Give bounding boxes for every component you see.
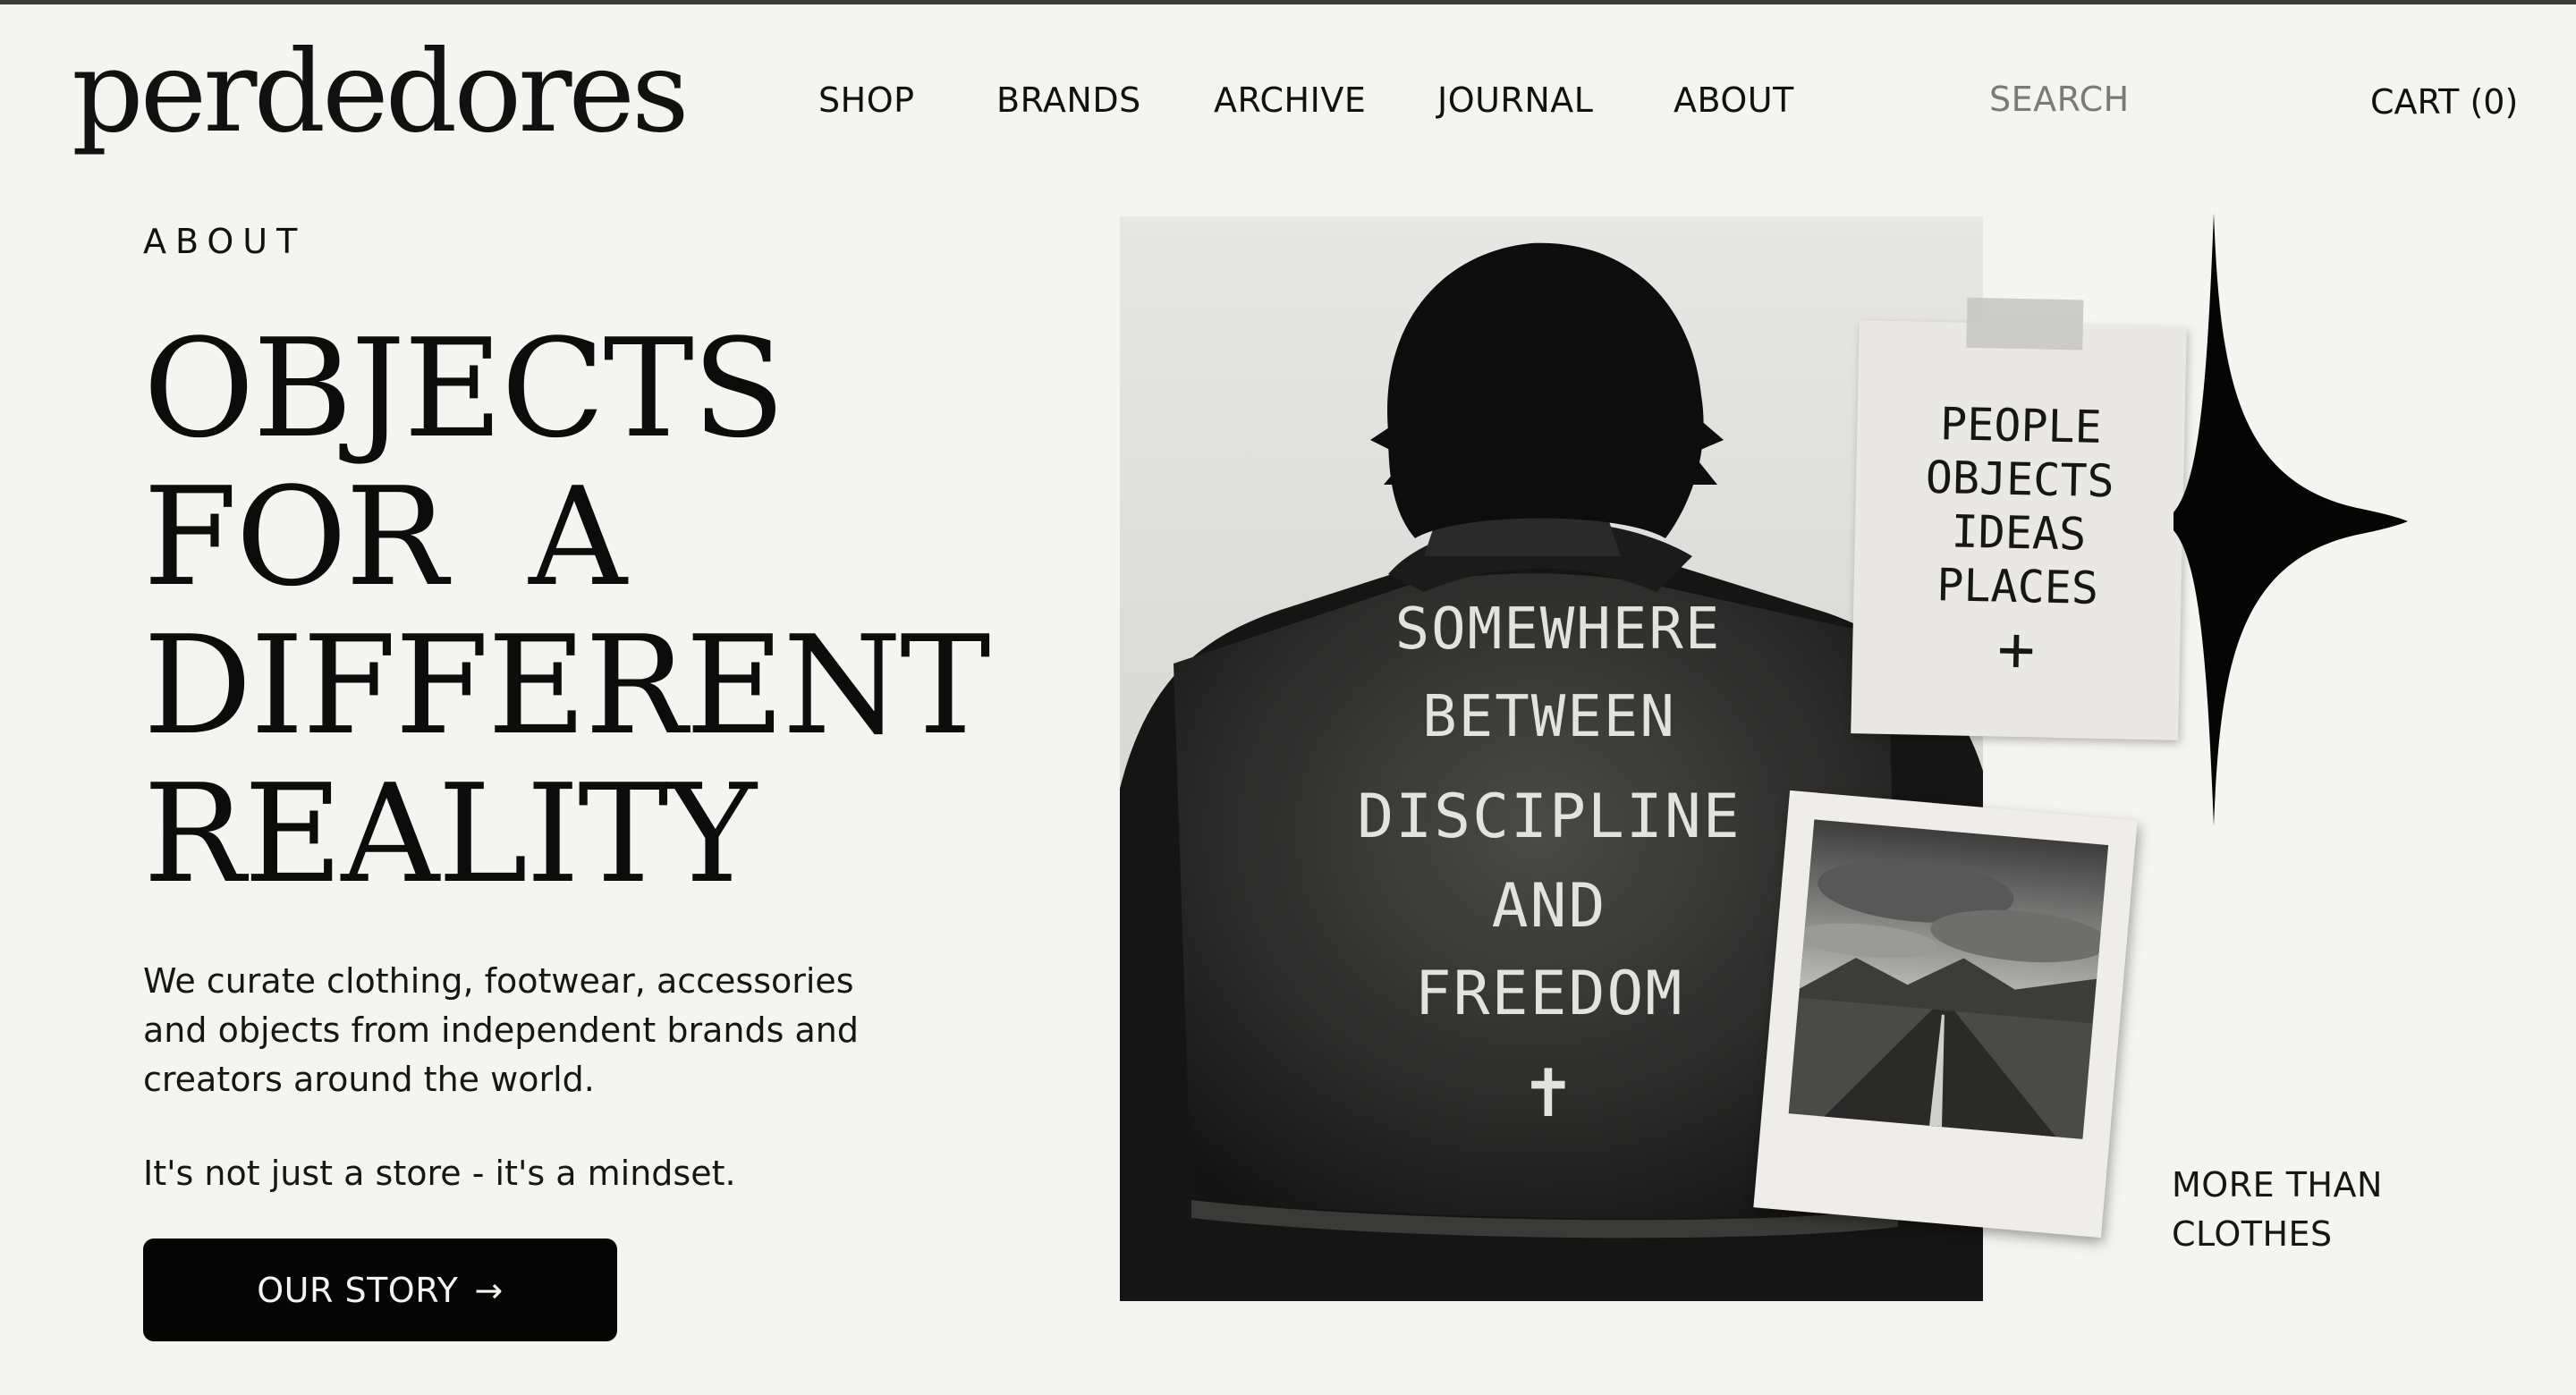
note-line-1: PEOPLE bbox=[1939, 398, 2103, 453]
nav-shop[interactable]: SHOP bbox=[818, 80, 915, 120]
section-eyebrow: ABOUT bbox=[143, 222, 307, 261]
cta-label: OUR STORY bbox=[257, 1270, 459, 1310]
search-input[interactable] bbox=[1989, 77, 2258, 122]
our-story-button[interactable]: OUR STORY → bbox=[143, 1239, 617, 1341]
sparkle-star-icon bbox=[2174, 213, 2408, 826]
headline-line-2: FOR A bbox=[143, 458, 627, 616]
intro-text: We curate clothing, footwear, accessorie… bbox=[143, 961, 859, 1099]
cart-link[interactable]: CART (0) bbox=[2370, 82, 2518, 122]
paper-note: PEOPLE OBJECTS IDEAS PLACES + bbox=[1851, 297, 2187, 740]
side-caption: MORE THAN CLOTHES bbox=[2172, 1165, 2383, 1254]
nav-archive[interactable]: ARCHIVE bbox=[1214, 80, 1366, 120]
headline-line-1: OBJECTS bbox=[143, 309, 785, 468]
note-line-4: PLACES bbox=[1936, 559, 2099, 614]
road-landscape-image bbox=[1788, 819, 2109, 1139]
nav-about[interactable]: ABOUT bbox=[1674, 80, 1794, 120]
headline-line-3: DIFFERENT bbox=[143, 606, 991, 765]
tagline: It's not just a store - it's a mindset. bbox=[143, 1154, 736, 1193]
top-border bbox=[0, 0, 2576, 4]
arrow-right-icon: → bbox=[474, 1270, 504, 1310]
jacket-text-2: BETWEEN bbox=[1422, 684, 1676, 750]
hero-headline: OBJECTS FOR A DIFFERENT REALITY bbox=[143, 309, 991, 913]
site-logo[interactable]: perdedores bbox=[72, 36, 690, 148]
tape-strip bbox=[1966, 297, 2084, 351]
nav-brands[interactable]: BRANDS bbox=[996, 80, 1141, 120]
nav-journal[interactable]: JOURNAL bbox=[1437, 80, 1593, 120]
jacket-text-1: SOMEWHERE bbox=[1394, 596, 1722, 663]
note-line-2: OBJECTS bbox=[1925, 451, 2115, 508]
note-line-3: IDEAS bbox=[1951, 505, 2087, 561]
polaroid-photo bbox=[1753, 790, 2138, 1239]
headline-line-4: REALITY bbox=[143, 755, 757, 913]
plus-icon: + bbox=[1996, 612, 2037, 687]
